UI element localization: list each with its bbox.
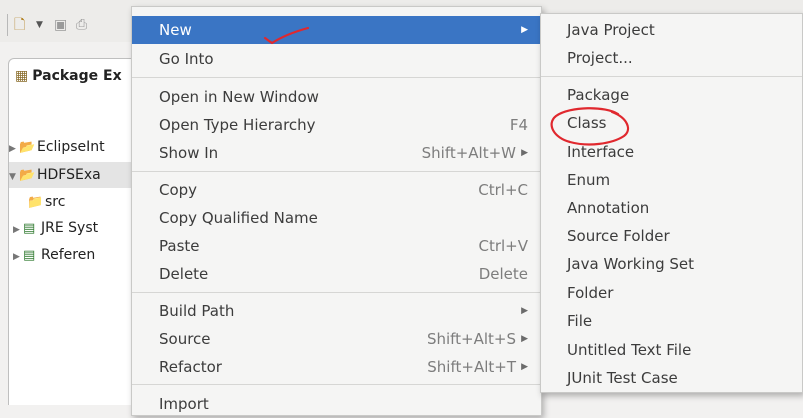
tree-item-label: HDFSExa — [37, 167, 101, 183]
submenu-item-java-project[interactable]: Java Project — [541, 16, 802, 44]
shortcut-label: Shift+Alt+S — [426, 330, 516, 348]
expand-arrow-icon[interactable]: ▶ — [13, 217, 23, 241]
submenu-arrow-icon: ▶ — [521, 148, 528, 158]
tab-label: Package Ex — [32, 68, 122, 84]
menu-item-import[interactable]: Import — [132, 390, 541, 418]
menu-item-label: JUnit Test Case — [567, 369, 678, 387]
collapse-arrow-icon[interactable]: ▼ — [9, 164, 19, 188]
menu-item-label: New — [159, 21, 192, 39]
submenu-item-folder[interactable]: Folder — [541, 279, 802, 307]
menu-item-open-in-new-window[interactable]: Open in New Window — [132, 83, 541, 111]
submenu-item-junit-test-case[interactable]: JUnit Test Case — [541, 364, 802, 392]
shortcut-label: Ctrl+V — [478, 237, 528, 255]
tree-item-label: src — [45, 194, 66, 210]
menu-item-label: Annotation — [567, 199, 650, 217]
tree-item-jre[interactable]: ▶ ▤ JRE Syst — [13, 215, 143, 241]
tree-item-src[interactable]: 📁 src — [27, 189, 139, 215]
menu-item-open-type-hierarchy[interactable]: Open Type Hierarchy F4 — [132, 111, 541, 139]
menu-item-label: Import — [159, 395, 209, 413]
package-explorer-icon: ▦ — [15, 68, 29, 84]
menu-item-label: Show In — [159, 144, 219, 162]
submenu-item-untitled-text-file[interactable]: Untitled Text File — [541, 336, 802, 364]
shortcut-label: Shift+Alt+W — [421, 144, 516, 162]
submenu-arrow-icon: ▶ — [521, 25, 528, 35]
menu-item-label: Copy — [159, 181, 198, 199]
submenu-item-java-working-set[interactable]: Java Working Set — [541, 250, 802, 278]
menu-item-label: Refactor — [159, 358, 222, 376]
tree-item-project[interactable]: ▶ 📂 EclipseInt — [9, 134, 139, 160]
menu-item-delete[interactable]: Delete Delete — [132, 260, 541, 288]
menu-item-label: File — [567, 312, 593, 330]
menu-item-label: Open in New Window — [159, 88, 319, 106]
save-icon[interactable]: ▣ — [54, 14, 67, 36]
shortcut-label: Ctrl+C — [478, 181, 528, 199]
menu-item-label: Interface — [567, 143, 635, 161]
menu-item-label: Source — [159, 330, 211, 348]
menu-separator — [132, 77, 541, 78]
menu-item-label: Open Type Hierarchy — [159, 116, 316, 134]
menu-item-copy-qualified-name[interactable]: Copy Qualified Name — [132, 204, 541, 232]
new-submenu: Java Project Project... Package Class In… — [540, 13, 803, 393]
submenu-item-class[interactable]: Class — [541, 109, 802, 137]
package-explorer-tree: ▶ 📂 EclipseInt ▼ 📂 HDFSExa 📁 src ▶ ▤ JRE Syst ▶… — [8, 92, 148, 405]
dropdown-arrow-icon[interactable]: ▼ — [36, 14, 43, 36]
project-icon: 📂 — [19, 140, 36, 155]
menu-item-label: Class — [567, 114, 607, 132]
menu-item-label: Package — [567, 86, 630, 104]
menu-item-label: Build Path — [159, 302, 235, 320]
menu-item-refactor[interactable]: Refactor Shift+Alt+T ▶ — [132, 353, 541, 381]
menu-item-show-in[interactable]: Show In Shift+Alt+W ▶ — [132, 139, 541, 167]
menu-item-copy[interactable]: Copy Ctrl+C — [132, 176, 541, 204]
tree-item-label: JRE Syst — [41, 220, 99, 236]
menu-item-go-into[interactable]: Go Into — [132, 45, 541, 73]
menu-separator — [132, 171, 541, 172]
tree-item-label: Referen — [41, 247, 96, 263]
menu-item-label: Copy Qualified Name — [159, 209, 318, 227]
menu-item-label: Enum — [567, 171, 611, 189]
menu-item-label: Folder — [567, 284, 614, 302]
menu-item-label: Java Working Set — [567, 255, 695, 273]
menu-item-label: Go Into — [159, 50, 214, 68]
submenu-arrow-icon: ▶ — [521, 306, 528, 316]
tree-item-project-selected[interactable]: ▼ 📂 HDFSExa — [9, 162, 139, 188]
submenu-item-enum[interactable]: Enum — [541, 166, 802, 194]
submenu-item-source-folder[interactable]: Source Folder — [541, 222, 802, 250]
context-menu: New ▶ Go Into Open in New Window Open Ty… — [131, 6, 542, 416]
menu-item-source[interactable]: Source Shift+Alt+S ▶ — [132, 325, 541, 353]
menu-separator — [132, 384, 541, 385]
expand-arrow-icon[interactable]: ▶ — [9, 136, 19, 160]
print-icon[interactable]: ⎙ — [76, 14, 87, 36]
menu-item-label: Untitled Text File — [567, 341, 692, 359]
menu-item-label: Project... — [567, 49, 633, 67]
submenu-item-project[interactable]: Project... — [541, 44, 802, 72]
shortcut-label: Delete — [478, 265, 528, 283]
menu-item-label: Delete — [159, 265, 209, 283]
source-folder-icon: 📁 — [27, 195, 44, 210]
menu-item-label: Paste — [159, 237, 200, 255]
menu-item-new[interactable]: New ▶ — [132, 16, 541, 44]
shortcut-label: Shift+Alt+T — [427, 358, 516, 376]
submenu-item-file[interactable]: File — [541, 307, 802, 335]
library-icon: ▤ — [23, 221, 36, 236]
menu-item-build-path[interactable]: Build Path ▶ — [132, 297, 541, 325]
library-icon: ▤ — [23, 248, 36, 263]
menu-separator — [132, 292, 541, 293]
submenu-arrow-icon: ▶ — [521, 362, 528, 372]
tree-item-references[interactable]: ▶ ▤ Referen — [13, 242, 143, 268]
shortcut-label: F4 — [509, 116, 528, 134]
new-icon[interactable]: 🗋 — [14, 14, 25, 36]
submenu-item-annotation[interactable]: Annotation — [541, 194, 802, 222]
submenu-arrow-icon: ▶ — [521, 334, 528, 344]
menu-separator — [541, 76, 802, 77]
tab-package-explorer[interactable]: ▦ Package Ex — [8, 58, 148, 92]
tree-item-label: EclipseInt — [37, 139, 105, 155]
menu-item-label: Java Project — [567, 21, 655, 39]
menu-item-label: Source Folder — [567, 227, 670, 245]
toolbar-separator — [7, 14, 8, 36]
menu-item-paste[interactable]: Paste Ctrl+V — [132, 232, 541, 260]
expand-arrow-icon[interactable]: ▶ — [13, 244, 23, 268]
submenu-item-interface[interactable]: Interface — [541, 138, 802, 166]
submenu-item-package[interactable]: Package — [541, 81, 802, 109]
project-icon: 📂 — [19, 168, 36, 183]
